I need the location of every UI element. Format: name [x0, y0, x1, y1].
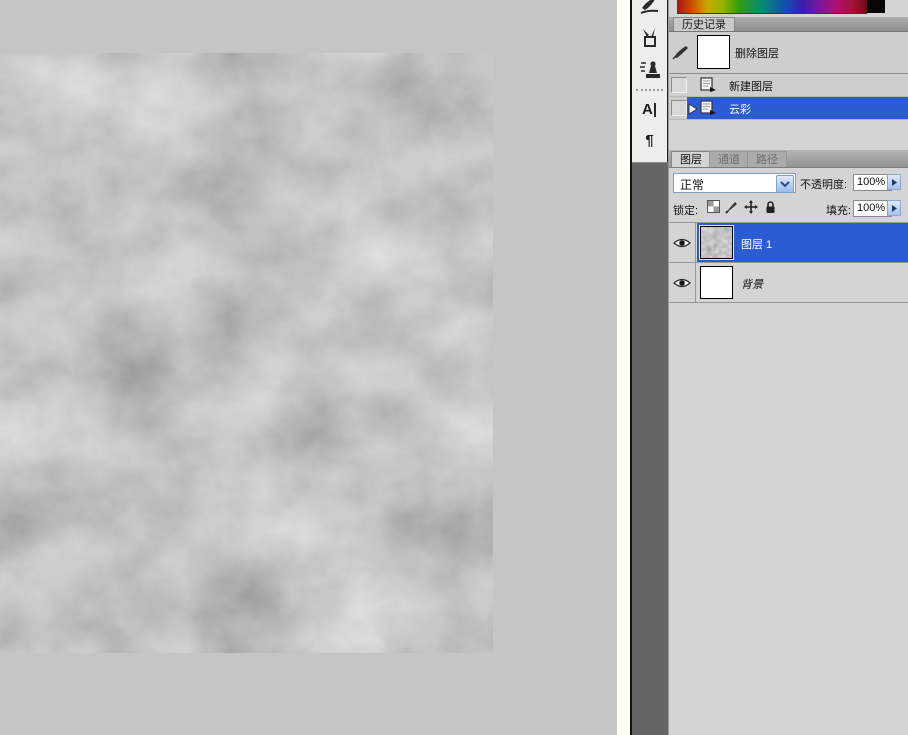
canvas-area [0, 0, 617, 735]
brush-tool-icon[interactable] [632, 0, 667, 20]
tab-layers[interactable]: 图层 [671, 151, 711, 167]
layer-thumbnail-clouds[interactable] [700, 226, 733, 259]
chevron-down-icon[interactable] [776, 175, 794, 193]
visibility-cell[interactable] [669, 223, 696, 262]
color-ramp-black-swatch[interactable] [867, 0, 885, 13]
type-tool-icon[interactable]: A| [632, 95, 667, 123]
layers-tabbar: 图层 通道 路径 [669, 150, 908, 168]
new-layer-action-icon [699, 77, 717, 98]
lock-image-brush-icon[interactable] [725, 199, 739, 214]
eye-icon[interactable] [673, 237, 691, 249]
snapshot-label: 删除图层 [735, 45, 779, 61]
history-item-label: 云彩 [729, 101, 751, 117]
history-palette: 历史记录 删除图层 [669, 17, 908, 120]
snapshot-thumbnail[interactable] [697, 35, 730, 69]
tab-history[interactable]: 历史记录 [673, 17, 735, 31]
clouds-action-icon [699, 100, 717, 121]
history-item-clouds[interactable]: 云彩 [669, 97, 908, 120]
lock-all-padlock-icon[interactable] [763, 199, 777, 214]
photoshop-window: A| ¶ 历史记录 [0, 0, 908, 735]
layer-name: 背景 [741, 276, 763, 292]
history-brush-source-icon[interactable] [672, 44, 690, 60]
blend-mode-value: 正常 [680, 176, 704, 193]
fill-slider-arrow-icon[interactable] [887, 200, 901, 216]
history-tabbar: 历史记录 [669, 17, 908, 32]
tab-channels[interactable]: 通道 [709, 151, 749, 167]
clouds-render-image[interactable] [0, 53, 493, 653]
history-item-label: 新建图层 [729, 78, 773, 94]
color-spectrum-ramp[interactable] [677, 0, 867, 14]
history-snapshot-row[interactable]: 删除图层 [669, 32, 908, 74]
history-item-new-layer[interactable]: 新建图层 [669, 74, 908, 97]
stamp-tool-icon[interactable] [632, 56, 667, 86]
fill-label: 填充: [815, 202, 851, 218]
lock-transparency-icon[interactable] [706, 199, 720, 214]
blend-mode-select[interactable]: 正常 [673, 173, 796, 193]
lock-label: 锁定: [673, 202, 698, 218]
lock-buttons [706, 199, 777, 214]
opacity-label: 不透明度: [800, 176, 847, 192]
layer-thumbnail-white[interactable] [700, 266, 733, 299]
layer-row-layer1[interactable]: 图层 1 [669, 223, 908, 263]
document-edge-strip [617, 0, 632, 735]
layers-controls: 正常 不透明度: 100% 锁定: [669, 168, 908, 223]
tab-paths[interactable]: 路径 [747, 151, 787, 167]
layer-name: 图层 1 [741, 236, 772, 252]
history-brush-tool-icon[interactable] [632, 24, 667, 54]
layers-palette: 图层 通道 路径 正常 不透明度: 100% 锁 [669, 150, 908, 303]
history-source-well[interactable] [671, 77, 687, 93]
history-list: 删除图层 新建图层 [669, 32, 908, 120]
layer-row-background[interactable]: 背景 [669, 263, 908, 303]
history-state-pointer-icon[interactable] [688, 102, 699, 120]
lock-position-move-icon[interactable] [744, 199, 758, 214]
opacity-slider-arrow-icon[interactable] [887, 174, 901, 190]
visibility-cell[interactable] [669, 263, 696, 302]
history-source-well[interactable] [671, 100, 687, 116]
toolbox-divider [636, 89, 663, 91]
palette-dock: 历史记录 删除图层 [668, 0, 908, 735]
paragraph-tool-icon[interactable]: ¶ [632, 126, 667, 154]
eye-icon[interactable] [673, 277, 691, 289]
toolbox-column: A| ¶ [632, 0, 668, 163]
